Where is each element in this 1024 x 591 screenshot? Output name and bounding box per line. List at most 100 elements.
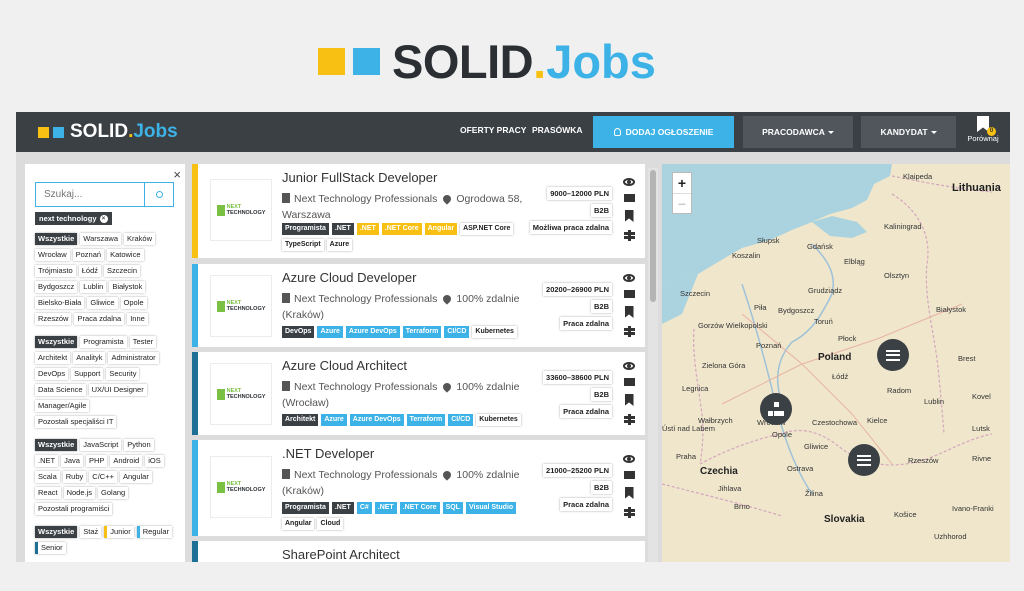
- remove-filter-icon[interactable]: ×: [99, 214, 108, 223]
- job-title[interactable]: SharePoint Architect: [282, 547, 400, 562]
- bookmark-icon[interactable]: [624, 487, 634, 499]
- bookmark-icon[interactable]: [624, 394, 634, 406]
- tech-chip[interactable]: PHP: [85, 455, 108, 467]
- compare-button[interactable]: 0 Porównaj: [963, 116, 1003, 143]
- search-button[interactable]: [145, 182, 174, 207]
- role-chip[interactable]: Data Science: [35, 384, 86, 396]
- company-logo[interactable]: NEXT TECHNOLOGY: [210, 363, 272, 425]
- role-chip[interactable]: UX/UI Designer: [88, 384, 147, 396]
- add-ad-button[interactable]: DODAJ OGŁOSZENIE: [593, 116, 734, 148]
- role-chip[interactable]: Pozostali specjaliści IT: [35, 416, 117, 428]
- level-chip[interactable]: Senior: [35, 542, 66, 554]
- mail-icon[interactable]: [623, 290, 635, 298]
- mail-icon[interactable]: [623, 378, 635, 386]
- tech-chip[interactable]: iOS: [145, 455, 164, 467]
- eye-icon[interactable]: [623, 274, 635, 282]
- employer-dropdown[interactable]: PRACODAWCA: [743, 116, 853, 148]
- nav-offers-link[interactable]: OFERTY PRACY: [460, 125, 526, 135]
- role-chip[interactable]: Architekt: [35, 352, 71, 364]
- role-chip[interactable]: Manager/Agile: [35, 400, 90, 412]
- map-cluster-marker[interactable]: [848, 444, 880, 476]
- zoom-out-button[interactable]: −: [673, 193, 691, 213]
- tech-chip[interactable]: .NET: [35, 455, 59, 467]
- role-chip[interactable]: Administrator: [108, 352, 159, 364]
- role-chip[interactable]: DevOps: [35, 368, 69, 380]
- city-chip[interactable]: Rzeszów: [35, 313, 72, 325]
- city-chip[interactable]: Praca zdalna: [74, 313, 125, 325]
- job-title[interactable]: Junior FullStack Developer: [282, 170, 437, 185]
- mail-icon[interactable]: [623, 194, 635, 202]
- city-chip[interactable]: Bielsko-Biała: [35, 297, 85, 309]
- company-logo[interactable]: NEXT TECHNOLOGY: [210, 179, 272, 241]
- tech-chip[interactable]: Ruby: [62, 471, 87, 483]
- tech-chip[interactable]: C/C++: [89, 471, 117, 483]
- city-chip[interactable]: Bydgoszcz: [35, 281, 78, 293]
- city-chip[interactable]: Katowice: [107, 249, 144, 261]
- city-chip[interactable]: Lublin: [80, 281, 107, 293]
- city-chip[interactable]: Poznań: [72, 249, 105, 261]
- company-logo[interactable]: NEXT TECHNOLOGY: [210, 275, 272, 337]
- tech-chip[interactable]: Wszystkie: [35, 439, 78, 451]
- eye-icon[interactable]: [623, 455, 635, 463]
- eye-icon[interactable]: [623, 178, 635, 186]
- signpost-icon[interactable]: [623, 414, 635, 425]
- level-chip[interactable]: Staż: [80, 526, 102, 538]
- zoom-in-button[interactable]: +: [673, 173, 691, 193]
- tech-chip[interactable]: Python: [124, 439, 154, 451]
- job-card[interactable]: NEXT TECHNOLOGY Azure Cloud Architect Nex…: [192, 352, 645, 435]
- tech-chip[interactable]: Java: [61, 455, 83, 467]
- job-list-scrollbar[interactable]: [648, 168, 658, 562]
- tech-chip[interactable]: Node.js: [63, 487, 96, 499]
- scrollbar-thumb[interactable]: [650, 170, 656, 302]
- role-chip[interactable]: Support: [71, 368, 104, 380]
- job-card[interactable]: SharePoint Architect: [192, 541, 645, 562]
- city-chip[interactable]: Warszawa: [80, 233, 122, 245]
- role-chip[interactable]: Tester: [129, 336, 157, 348]
- tech-chip[interactable]: React: [35, 487, 61, 499]
- active-filter-chip[interactable]: next technology ×: [35, 212, 112, 225]
- candidate-dropdown[interactable]: KANDYDAT: [861, 116, 956, 148]
- job-title[interactable]: .NET Developer: [282, 446, 374, 461]
- tech-chip[interactable]: Scala: [35, 471, 60, 483]
- job-title[interactable]: Azure Cloud Developer: [282, 270, 416, 285]
- level-chip[interactable]: Junior: [104, 526, 134, 538]
- job-card[interactable]: NEXT TECHNOLOGY Azure Cloud Developer Nex…: [192, 264, 645, 347]
- level-chip[interactable]: Wszystkie: [35, 526, 78, 538]
- signpost-icon[interactable]: [623, 507, 635, 518]
- city-chip[interactable]: Inne: [127, 313, 148, 325]
- city-chip[interactable]: Białystok: [109, 281, 146, 293]
- level-chip[interactable]: Regular: [136, 526, 172, 538]
- city-chip[interactable]: Kraków: [124, 233, 156, 245]
- tech-chip[interactable]: JavaScript: [80, 439, 122, 451]
- role-chip[interactable]: Analityk: [73, 352, 106, 364]
- map-view[interactable]: + − Lithuania Klaipeda Kaliningrad Słups…: [662, 164, 1010, 562]
- job-card[interactable]: NEXT TECHNOLOGY .NET Developer Next Techn…: [192, 440, 645, 536]
- tech-chip[interactable]: Angular: [119, 471, 152, 483]
- signpost-icon[interactable]: [623, 326, 635, 337]
- job-card[interactable]: NEXT TECHNOLOGY Junior FullStack Develope…: [192, 164, 645, 258]
- signpost-icon[interactable]: [623, 230, 635, 241]
- city-chip[interactable]: Łódź: [78, 265, 101, 277]
- search-input[interactable]: [35, 182, 145, 207]
- city-chip[interactable]: Trójmiasto: [35, 265, 76, 277]
- tech-chip[interactable]: Golang: [98, 487, 129, 499]
- city-chip[interactable]: Szczecin: [104, 265, 141, 277]
- mail-icon[interactable]: [623, 471, 635, 479]
- tech-chip[interactable]: Pozostali programiści: [35, 503, 113, 515]
- city-chip[interactable]: Opole: [120, 297, 147, 309]
- role-chip[interactable]: Wszystkie: [35, 336, 78, 348]
- city-chip[interactable]: Wszystkie: [35, 233, 78, 245]
- tech-chip[interactable]: Android: [110, 455, 143, 467]
- city-chip[interactable]: Gliwice: [87, 297, 118, 309]
- bookmark-icon[interactable]: [624, 210, 634, 222]
- city-chip[interactable]: Wrocław: [35, 249, 70, 261]
- role-chip[interactable]: Programista: [80, 336, 127, 348]
- map-cluster-marker[interactable]: [877, 339, 909, 371]
- company-logo[interactable]: NEXT TECHNOLOGY: [210, 456, 272, 518]
- map-cluster-marker[interactable]: [760, 393, 792, 425]
- nav-press-link[interactable]: PRASÓWKA: [532, 125, 583, 135]
- nav-logo[interactable]: SOLID. Jobs: [38, 121, 178, 143]
- eye-icon[interactable]: [623, 362, 635, 370]
- bookmark-icon[interactable]: [624, 306, 634, 318]
- close-icon[interactable]: ×: [173, 167, 181, 182]
